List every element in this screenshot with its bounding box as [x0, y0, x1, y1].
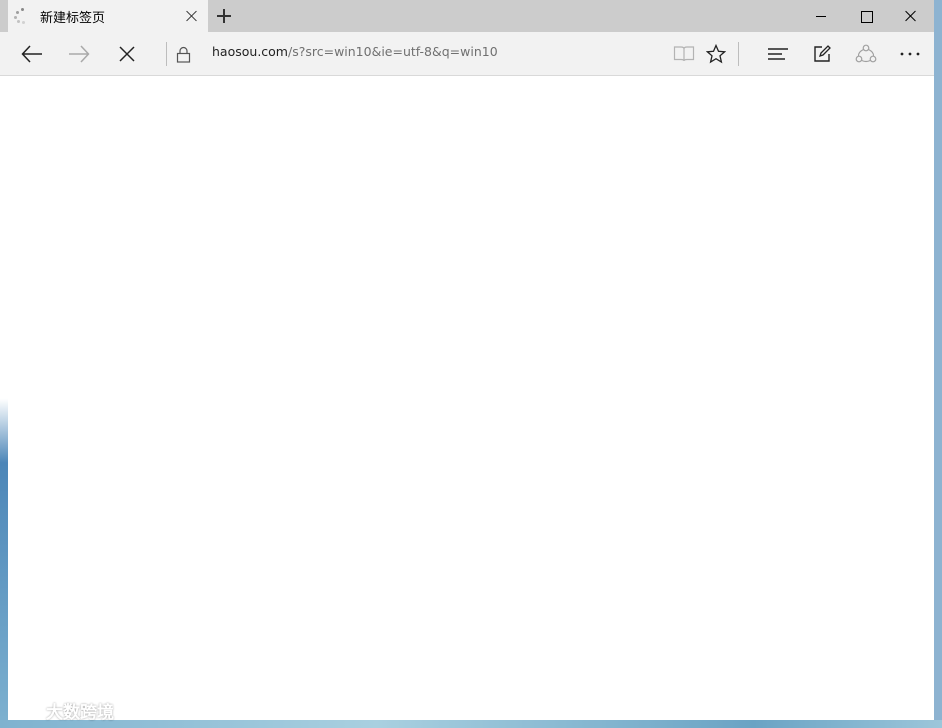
maximize-button[interactable] [843, 0, 889, 32]
url-domain: haosou.com [212, 44, 288, 59]
book-icon [673, 46, 695, 62]
star-icon [706, 44, 726, 64]
share-button[interactable] [844, 32, 888, 76]
page-content[interactable] [8, 77, 934, 720]
browser-window: 新建标签页 haosou.com/s?src=win10&ie=utf-8&q=… [0, 0, 942, 720]
toolbar-divider [738, 42, 739, 66]
share-icon [855, 44, 877, 63]
close-icon [119, 46, 135, 62]
hub-button[interactable] [756, 32, 800, 76]
url-path: /s?src=win10&ie=utf-8&q=win10 [287, 44, 498, 59]
address-bar[interactable]: haosou.com/s?src=win10&ie=utf-8&q=win10 [212, 44, 498, 64]
watermark-logo-icon [10, 700, 40, 720]
stop-button[interactable] [105, 32, 149, 76]
watermark-text: 大数跨境 [46, 702, 114, 723]
more-dots-icon [900, 52, 920, 56]
more-button[interactable] [888, 32, 932, 76]
pen-square-icon [814, 45, 831, 62]
new-tab-plus-icon[interactable] [214, 6, 234, 26]
lock-icon[interactable] [174, 32, 194, 76]
web-note-button[interactable] [800, 32, 844, 76]
forward-button[interactable] [57, 32, 101, 76]
navigation-toolbar: haosou.com/s?src=win10&ie=utf-8&q=win10 [0, 32, 934, 76]
window-close-button[interactable] [888, 0, 934, 32]
tab-close-icon[interactable] [184, 8, 200, 24]
watermark: 大数跨境 [10, 698, 114, 723]
tab-new-tab[interactable]: 新建标签页 [8, 0, 208, 32]
favorite-button[interactable] [694, 32, 738, 76]
minimize-button[interactable] [798, 0, 844, 32]
loading-spinner-icon [14, 8, 30, 24]
back-button[interactable] [10, 32, 54, 76]
hub-lines-icon [768, 48, 788, 60]
desktop-edge [0, 77, 8, 720]
title-bar: 新建标签页 [0, 0, 934, 32]
arrow-left-icon [21, 45, 42, 63]
toolbar-divider [166, 42, 167, 66]
tab-title: 新建标签页 [40, 10, 106, 26]
arrow-right-icon [69, 45, 90, 63]
